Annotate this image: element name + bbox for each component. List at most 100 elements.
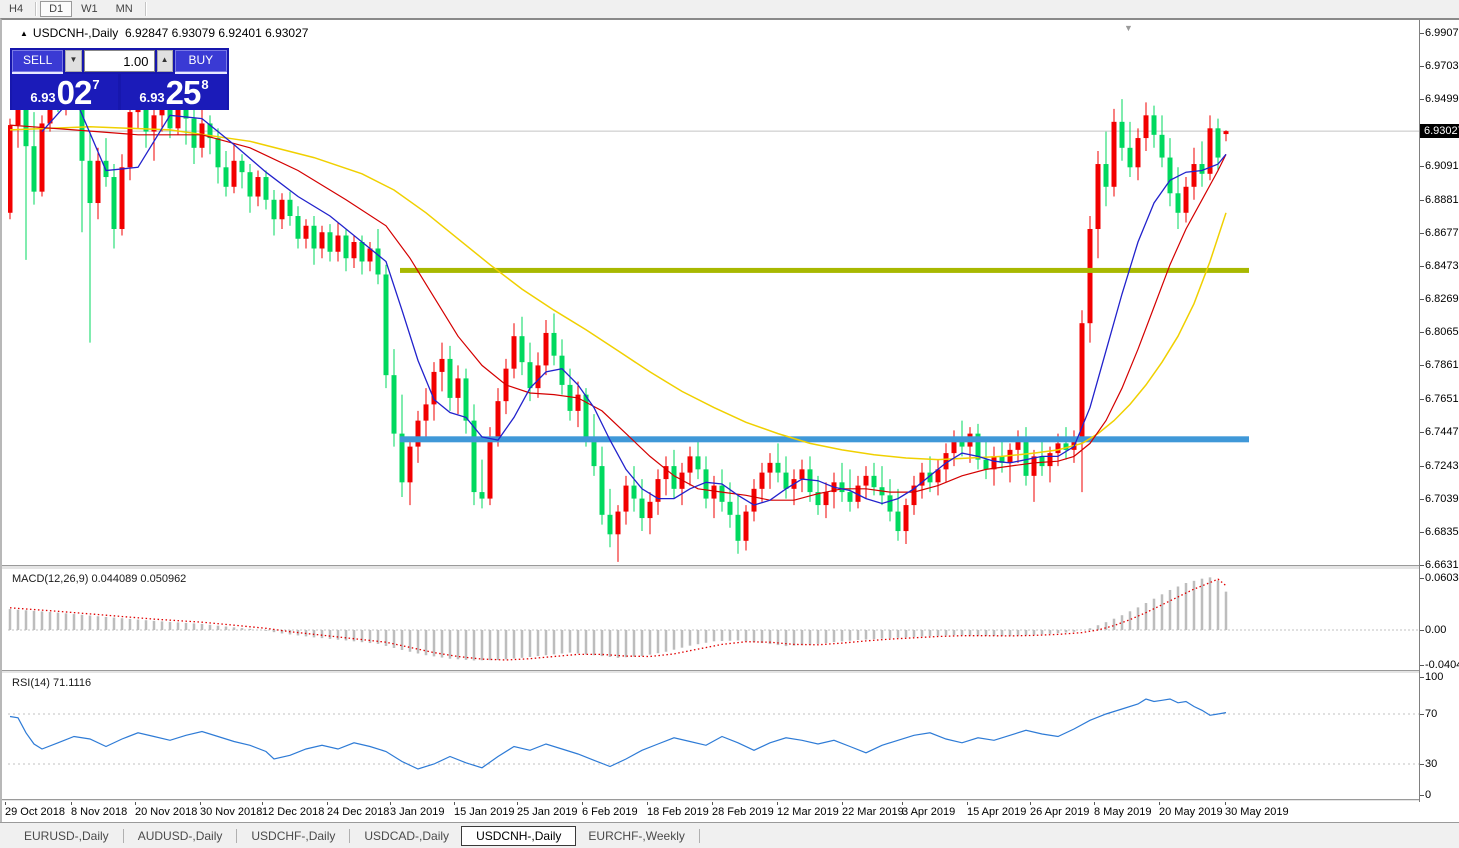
date-tick-label: 20 Nov 2018 xyxy=(135,806,198,818)
axis-tick-mark xyxy=(5,802,6,805)
collapse-triangle-icon[interactable]: ▲ xyxy=(20,29,28,38)
axis-tick-mark xyxy=(135,802,136,805)
volume-decrease-button[interactable]: ▼ xyxy=(65,50,82,72)
timeframe-w1-button[interactable]: W1 xyxy=(72,1,107,17)
date-tick-label: 30 May 2019 xyxy=(1225,806,1289,818)
axis-tick-mark xyxy=(327,802,328,805)
axis-tick-mark xyxy=(1420,66,1424,68)
macd-tick-label: 0.060342 xyxy=(1425,571,1459,584)
date-tick-label: 28 Feb 2019 xyxy=(712,806,774,818)
volume-input[interactable] xyxy=(83,50,155,72)
tab-usdchf-daily[interactable]: USDCHF-,Daily xyxy=(239,826,347,846)
price-tick-label: 6.94990 xyxy=(1425,93,1459,106)
date-tick-label: 29 Oct 2018 xyxy=(5,806,65,818)
tab-audusd-daily[interactable]: AUDUSD-,Daily xyxy=(126,826,235,846)
axis-tick-mark xyxy=(1420,399,1424,401)
price-tick-label: 6.76510 xyxy=(1425,393,1459,406)
tab-eurusd-daily[interactable]: EURUSD-,Daily xyxy=(12,826,121,846)
axis-tick-mark xyxy=(1420,33,1424,34)
price-tick-label: 6.88810 xyxy=(1425,193,1459,206)
macd-tick-label: -0.04041 xyxy=(1425,659,1459,672)
axis-tick-mark xyxy=(454,802,455,805)
axis-tick-mark xyxy=(967,802,968,805)
tab-usdcnh-daily[interactable]: USDCNH-,Daily xyxy=(461,825,577,846)
chart-window: ▲ USDCNH-,Daily 6.92847 6.93079 6.92401 6… xyxy=(0,18,1459,822)
price-tick-label: 6.90910 xyxy=(1425,159,1459,172)
axis-tick-mark xyxy=(1420,165,1424,167)
axis-tick-mark xyxy=(712,802,713,805)
axis-tick-mark xyxy=(1420,795,1424,796)
axis-tick-mark xyxy=(1420,232,1424,234)
symbol-period-label: USDCNH-,Daily xyxy=(32,26,119,40)
chart-shift-marker-icon[interactable]: ▼ xyxy=(1124,23,1133,33)
rsi-tick-label: 100 xyxy=(1425,670,1444,683)
macd-panel-divider[interactable] xyxy=(2,565,1459,570)
date-tick-label: 18 Feb 2019 xyxy=(647,806,709,818)
axis-tick-mark xyxy=(1420,299,1424,300)
volume-increase-button[interactable]: ▲ xyxy=(156,50,173,72)
axis-tick-mark xyxy=(1420,531,1424,533)
date-tick-label: 12 Mar 2019 xyxy=(777,806,839,818)
price-tick-label: 6.80650 xyxy=(1425,326,1459,339)
chart-title: ▲ USDCNH-,Daily 6.92847 6.93079 6.92401 6… xyxy=(20,26,308,40)
rsi-indicator-canvas xyxy=(8,698,1419,770)
timeframe-d1-button[interactable]: D1 xyxy=(40,1,73,17)
date-tick-label: 3 Jan 2019 xyxy=(390,806,445,818)
axis-tick-mark xyxy=(647,802,648,805)
buy-price-display[interactable]: 6.93 25 8 xyxy=(121,74,227,110)
price-tick-label: 6.78610 xyxy=(1425,359,1459,372)
sell-price-pips: 02 xyxy=(56,74,93,111)
tab-separator xyxy=(349,828,351,843)
rsi-panel-divider[interactable] xyxy=(2,670,1459,674)
macd-indicator-canvas xyxy=(8,577,1419,661)
axis-tick-mark xyxy=(842,802,843,805)
timeframe-toolbar: H4 D1 W1 MN xyxy=(0,0,1459,19)
axis-tick-mark xyxy=(390,802,391,805)
axis-tick-mark xyxy=(1420,432,1424,434)
rsi-tick-label: 30 xyxy=(1425,758,1438,770)
date-tick-label: 30 Nov 2018 xyxy=(200,806,263,818)
buy-button[interactable]: BUY xyxy=(174,50,227,72)
one-click-trading-panel: SELL ▼ ▲ BUY 6.93 02 7 6.93 25 8 xyxy=(10,48,229,110)
tab-usdcad-daily[interactable]: USDCAD-,Daily xyxy=(352,826,461,846)
price-tick-label: 6.97030 xyxy=(1425,60,1459,73)
axis-tick-mark xyxy=(1094,802,1095,805)
axis-tick-mark xyxy=(71,802,72,805)
price-tick-label: 6.86770 xyxy=(1425,226,1459,239)
sell-price-display[interactable]: 6.93 02 7 xyxy=(12,74,118,110)
date-tick-label: 20 May 2019 xyxy=(1159,806,1223,818)
ohlc-values: 6.92847 6.93079 6.92401 6.93027 xyxy=(124,26,309,40)
toolbar-separator xyxy=(144,2,147,16)
buy-price-point: 8 xyxy=(201,77,209,92)
sell-button[interactable]: SELL xyxy=(12,50,64,72)
axis-tick-mark xyxy=(262,802,263,805)
axis-tick-mark xyxy=(1030,802,1031,805)
axis-tick-mark xyxy=(1420,676,1424,678)
toolbar-separator xyxy=(35,2,38,16)
date-tick-label: 22 Mar 2019 xyxy=(842,806,904,818)
price-tick-label: 6.82690 xyxy=(1425,293,1459,305)
price-tick-label: 6.66310 xyxy=(1425,559,1459,571)
price-tick-label: 6.84730 xyxy=(1425,259,1459,272)
date-tick-label: 3 Apr 2019 xyxy=(902,806,956,818)
tab-eurchf-weekly[interactable]: EURCHF-,Weekly xyxy=(576,826,696,846)
axis-tick-mark xyxy=(582,802,583,805)
date-tick-label: 8 May 2019 xyxy=(1094,806,1152,818)
timeframe-mn-button[interactable]: MN xyxy=(107,1,142,17)
price-tick-label: 6.72430 xyxy=(1425,459,1459,472)
axis-tick-mark xyxy=(517,802,518,805)
axis-tick-mark xyxy=(1420,265,1424,267)
time-axis: 29 Oct 2018 8 Nov 2018 20 Nov 2018 30 Nov 2… xyxy=(2,802,1459,822)
timeframe-h4-button[interactable]: H4 xyxy=(0,1,32,17)
rsi-indicator-label: RSI(14) 71.1116 xyxy=(12,677,92,689)
tab-separator xyxy=(236,828,238,843)
price-tick-label: 6.70390 xyxy=(1425,492,1459,505)
price-tick-label: 6.99070 xyxy=(1425,27,1459,39)
axis-tick-mark xyxy=(1420,565,1424,566)
sell-price-base: 6.93 xyxy=(30,90,56,105)
date-tick-label: 15 Jan 2019 xyxy=(454,806,515,818)
axis-tick-mark xyxy=(1420,199,1424,201)
rsi-tick-label: 70 xyxy=(1425,708,1438,720)
axis-tick-mark xyxy=(1159,802,1160,805)
axis-tick-mark xyxy=(1420,465,1424,467)
